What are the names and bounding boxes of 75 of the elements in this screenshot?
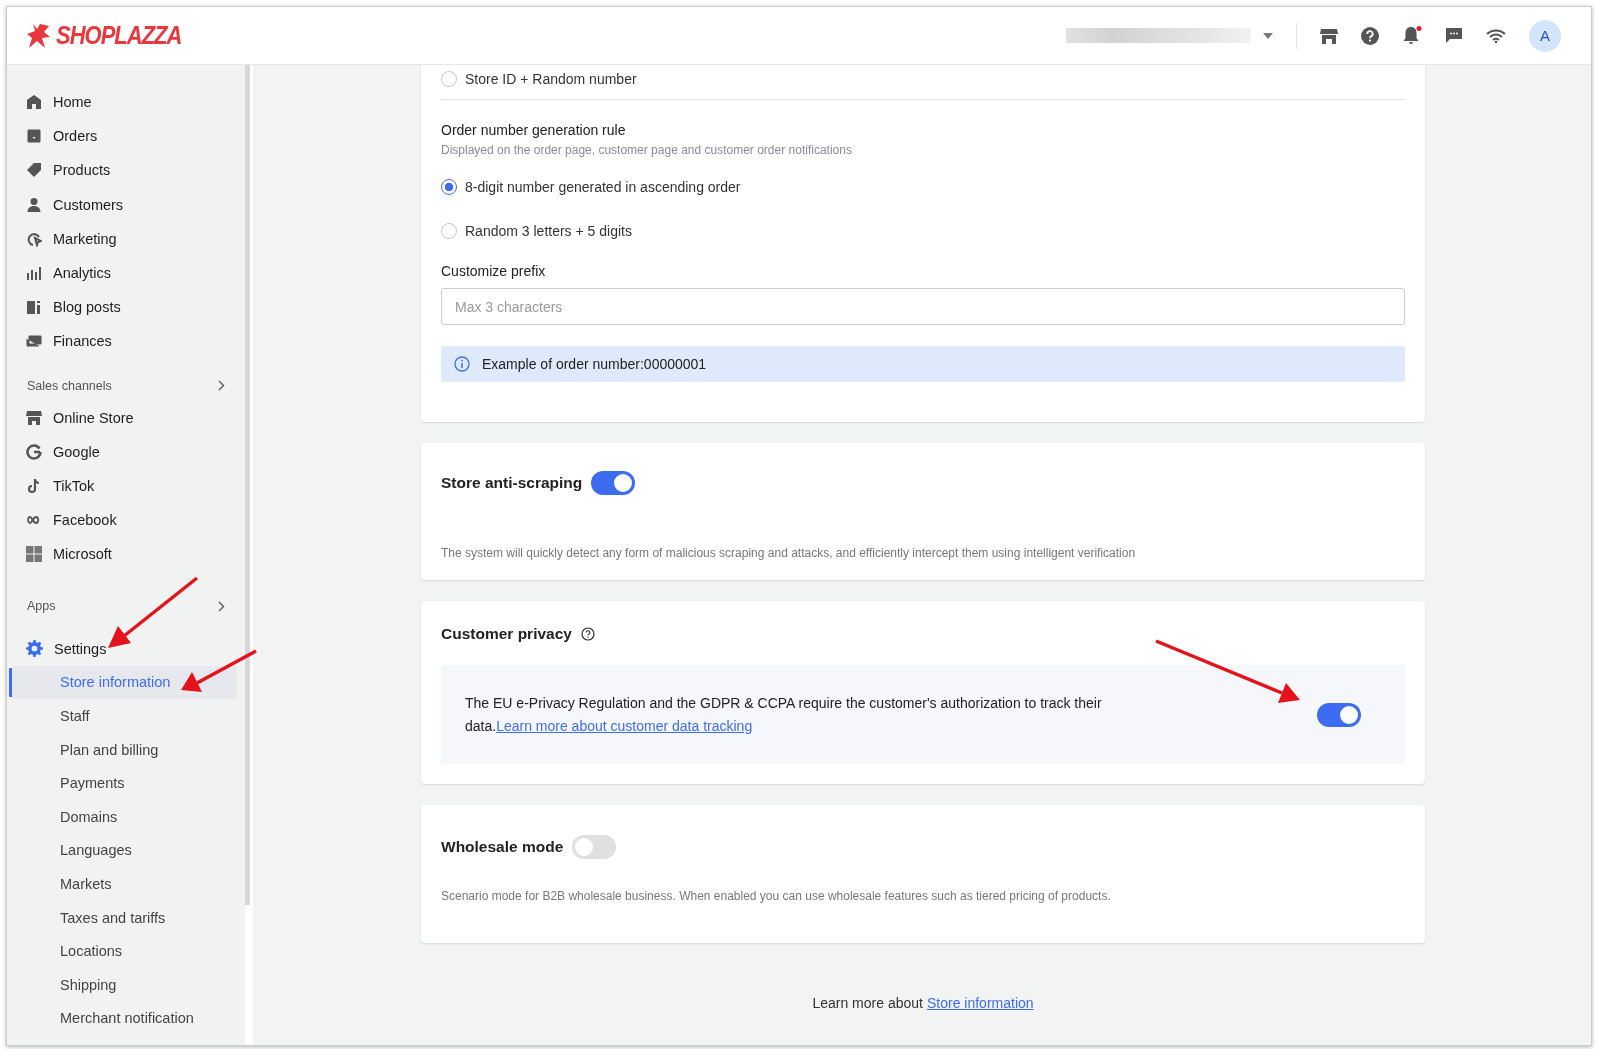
target-icon (26, 230, 42, 247)
section-title: Order number generation rule (441, 122, 627, 138)
nav-subitem[interactable]: Plan and billing (12, 732, 237, 767)
info-text: Example of order number:00000001 (482, 356, 707, 372)
description-text: The system will quickly detect any form of malicious scraping and attacks, and efficiently intercept them using intelligent verification (441, 546, 1137, 560)
nav-item[interactable]: Blog posts (7, 290, 237, 325)
privacy-text: The EU e-Privacy Regulation and the GDPR & CCPA require the customer's authorization to track their data.Learn more about customer data tracking (465, 694, 1103, 736)
nav-item[interactable]: TikTok (7, 468, 237, 504)
nav-subitem[interactable]: Payments (12, 766, 237, 800)
nav-subitem[interactable]: Taxes and tariffs (12, 900, 237, 935)
store-icon (26, 409, 42, 426)
windows-icon (26, 546, 42, 563)
finance-icon (26, 333, 42, 350)
section-heading[interactable]: Apps (7, 571, 237, 632)
nav-subitem[interactable]: Locations (12, 934, 237, 968)
card-title: Customer privacy (441, 625, 572, 643)
radio-option[interactable]: Store ID + Random number (441, 65, 1405, 93)
nav-subitem[interactable]: Shipping (12, 967, 237, 1002)
chat-icon[interactable] (1445, 27, 1463, 44)
logo-icon (27, 22, 51, 49)
store-icon[interactable] (1320, 27, 1338, 44)
note-icon (26, 477, 42, 494)
nav-item[interactable]: Settings (7, 631, 237, 666)
nav-item[interactable]: Home (7, 85, 237, 120)
nav-subitem[interactable]: Staff (12, 699, 237, 733)
section-heading[interactable]: Sales channels (7, 358, 237, 401)
store-information-link[interactable]: Store information (926, 995, 1034, 1011)
hint-text: Displayed on the order page, customer page and customer order notifications (441, 143, 853, 157)
help-icon[interactable] (580, 627, 595, 641)
learn-more-link[interactable]: Learn more about customer data tracking (496, 718, 753, 734)
radio-option[interactable]: Random 3 letters + 5 digits (441, 217, 1405, 245)
nav-subitem[interactable]: Domains (12, 800, 237, 834)
card-title: Wholesale mode (441, 838, 564, 856)
nav-item[interactable]: Orders (7, 119, 237, 154)
radio-button[interactable] (441, 179, 457, 195)
bell-icon[interactable] (1402, 26, 1422, 45)
nav-item[interactable]: Analytics (7, 255, 237, 291)
avatar[interactable]: A (1529, 19, 1561, 52)
nav-subitem[interactable]: Merchant notification (12, 1001, 237, 1036)
scrollbar-thumb[interactable] (245, 65, 250, 905)
tag-icon (26, 162, 42, 179)
person-icon (26, 196, 42, 213)
description-text: Scenario mode for B2B wholesale business. When enabled you can use wholesale features such as tiered pricing of products. (441, 889, 1112, 903)
nav-item[interactable]: Marketing (7, 221, 237, 256)
g-icon (26, 443, 42, 460)
nav-item[interactable]: Customers (7, 187, 237, 222)
toggle-switch[interactable] (1317, 703, 1361, 727)
gear-icon (26, 640, 43, 658)
chevron-right-icon (218, 380, 225, 391)
logo-text: SHOPLAZZA (56, 20, 182, 51)
help-icon[interactable] (1361, 26, 1379, 45)
blog-icon (26, 299, 42, 316)
chevron-right-icon (218, 600, 225, 612)
info-icon (454, 356, 470, 372)
home-icon (26, 94, 42, 111)
orders-icon (26, 128, 42, 145)
caret-icon (1263, 32, 1273, 39)
nav-subitem[interactable]: Store information (12, 665, 237, 700)
nav-item[interactable]: Google (7, 434, 237, 469)
wifi-icon[interactable] (1486, 28, 1506, 43)
nav-subitem[interactable]: Markets (12, 867, 237, 901)
card-title: Store anti-scraping (441, 474, 583, 492)
prefix-input-field[interactable]: Max 3 characters (441, 288, 1405, 325)
footer-text: Learn more about (812, 995, 923, 1011)
field-label: Customize prefix (441, 263, 547, 279)
nav-item[interactable]: Microsoft (7, 537, 237, 572)
nav-item[interactable]: Finances (7, 324, 237, 359)
bars-icon (26, 265, 42, 282)
nav-subitem[interactable]: Languages (12, 833, 237, 868)
toggle-switch[interactable] (591, 471, 636, 495)
toggle-switch[interactable] (572, 835, 617, 859)
radio-option[interactable]: 8-digit number generated in ascending order (441, 173, 1405, 201)
nav-item[interactable]: Online Store (7, 400, 237, 435)
nav-item[interactable]: Facebook (7, 503, 237, 538)
nav-item[interactable]: Products (7, 153, 237, 188)
